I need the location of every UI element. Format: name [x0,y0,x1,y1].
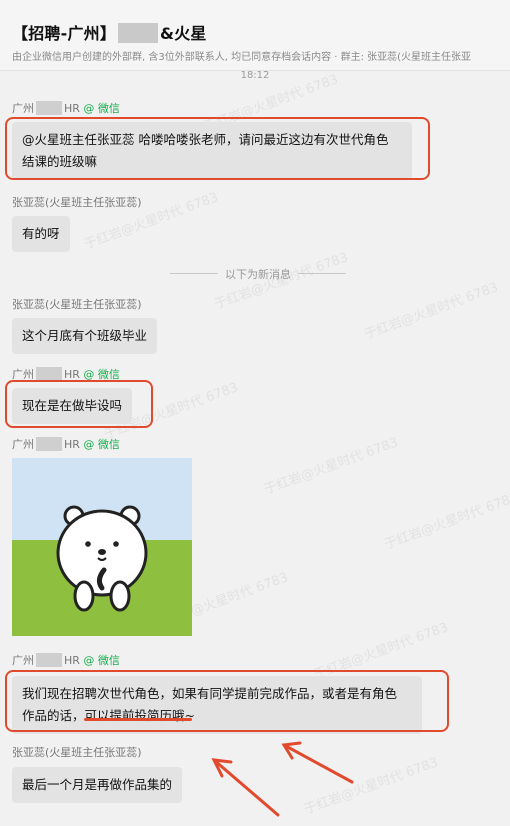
annotation-arrows [211,741,354,817]
arrow-icon [212,758,280,817]
arrow-icon [282,743,354,784]
message-sender[interactable]: 张亚蕊(火星班主任张亚蕊) [12,744,142,760]
message-bubble[interactable]: 最后一个月是再做作品集的 [12,767,183,803]
